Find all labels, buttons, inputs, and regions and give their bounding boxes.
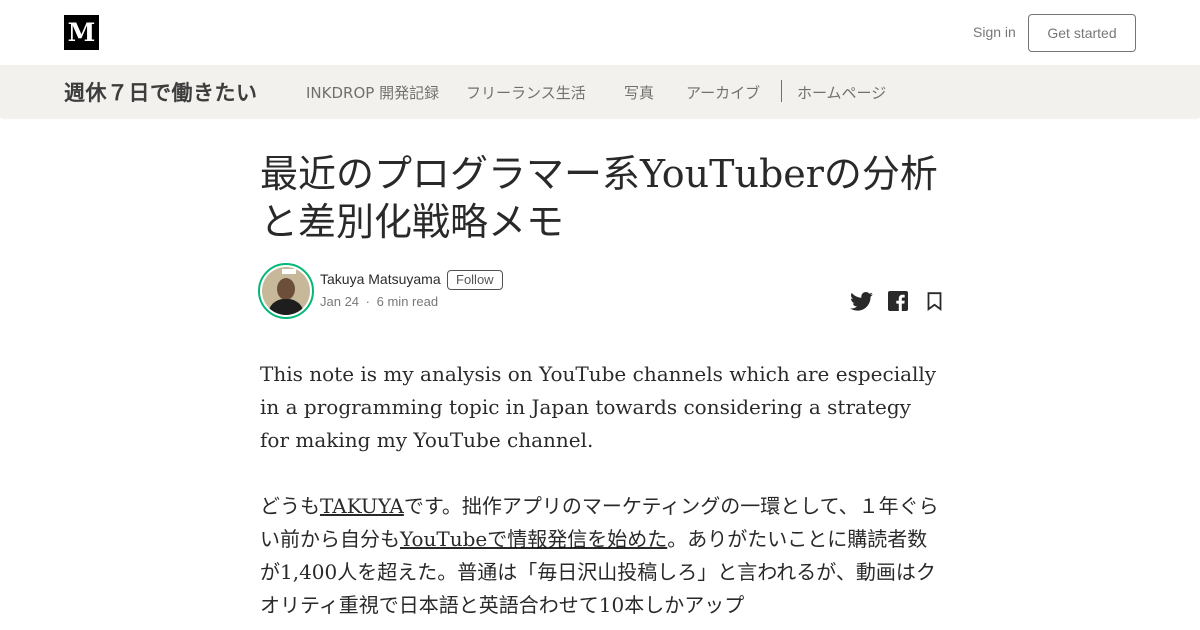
twitter-icon bbox=[849, 291, 873, 311]
nav-item-archive[interactable]: アーカイブ bbox=[686, 82, 760, 103]
follow-button[interactable]: Follow bbox=[447, 270, 503, 290]
read-time: 6 min read bbox=[376, 294, 439, 309]
avatar-body bbox=[268, 299, 304, 315]
meta-separator: · bbox=[365, 294, 371, 309]
youtube-start-link[interactable]: YouTubeで情報発信を始めた bbox=[400, 527, 667, 551]
sign-in-link[interactable]: Sign in bbox=[973, 24, 1016, 40]
bookmark-button[interactable] bbox=[922, 290, 946, 312]
author-avatar[interactable] bbox=[258, 263, 314, 319]
publication-nav: 週休７日で働きたい INKDROP 開発記録 フリーランス生活 写真 アーカイブ… bbox=[0, 65, 1200, 118]
facebook-share-button[interactable] bbox=[886, 290, 910, 312]
paragraph-text: どうも bbox=[260, 494, 320, 518]
avatar-photo bbox=[262, 267, 310, 315]
nav-item-freelance[interactable]: フリーランス生活 bbox=[466, 82, 586, 103]
nav-item-photo[interactable]: 写真 bbox=[624, 82, 654, 103]
top-header: M Sign in Get started bbox=[0, 0, 1200, 65]
intro-paragraph: This note is my analysis on YouTube chan… bbox=[260, 362, 937, 452]
nav-item-homepage[interactable]: ホームページ bbox=[797, 82, 886, 103]
facebook-icon bbox=[888, 291, 908, 311]
bookmark-icon bbox=[927, 291, 941, 311]
publication-name[interactable]: 週休７日で働きたい bbox=[64, 77, 258, 107]
author-row: Takuya Matsuyama Follow Jan 24 · 6 min r… bbox=[258, 263, 948, 321]
avatar-head bbox=[277, 278, 295, 300]
twitter-share-button[interactable] bbox=[849, 290, 873, 312]
medium-logo-icon[interactable]: M bbox=[64, 15, 99, 50]
article-title: 最近のプログラマー系YouTuberの分析と差別化戦略メモ bbox=[260, 152, 938, 244]
article-meta: Jan 24 · 6 min read bbox=[320, 294, 438, 309]
author-name[interactable]: Takuya Matsuyama bbox=[320, 271, 441, 287]
nav-divider bbox=[781, 80, 782, 102]
get-started-button[interactable]: Get started bbox=[1028, 14, 1136, 52]
avatar-background-frame bbox=[282, 269, 296, 274]
takuya-link[interactable]: TAKUYA bbox=[320, 494, 404, 518]
nav-item-inkdrop[interactable]: INKDROP 開発記録 bbox=[306, 82, 439, 103]
publish-date: Jan 24 bbox=[320, 294, 360, 309]
body-paragraph: どうもTAKUYAです。拙作アプリのマーケティングの一環として、１年ぐらい前から… bbox=[260, 490, 940, 622]
